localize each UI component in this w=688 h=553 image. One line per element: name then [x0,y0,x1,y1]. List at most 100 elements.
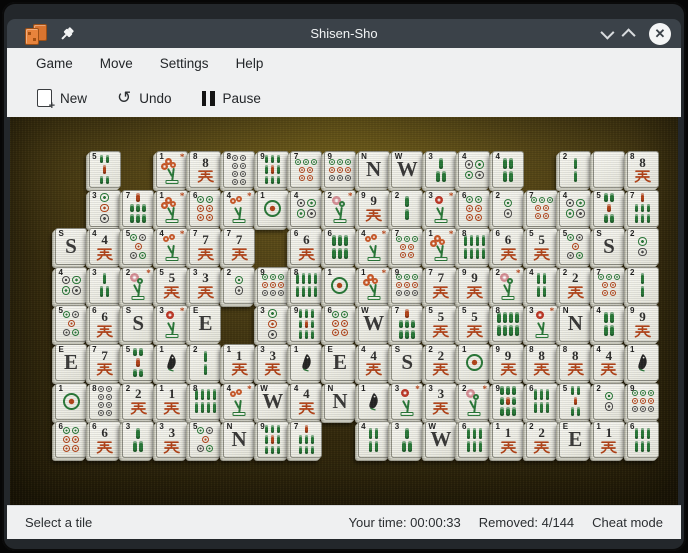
tile-man-6[interactable]: 66 [89,421,121,458]
tile-circle-7[interactable]: 7 [526,190,558,227]
tile-man-8[interactable]: 88 [526,344,558,381]
tile-circle-9[interactable]: 9 [627,383,659,420]
tile-circle-2[interactable]: 2 [627,228,659,265]
tile-man-5[interactable]: 55 [156,267,188,304]
tile-man-3[interactable]: 33 [189,267,221,304]
tile-flower-3[interactable]: 3* [526,305,558,342]
tile-bamboo-3[interactable]: 3 [89,267,121,304]
tile-flower-2[interactable]: 2* [458,383,490,420]
tile-wind-east[interactable]: EE [55,344,87,381]
minimize-button[interactable] [600,25,614,39]
tile-man-6[interactable]: 66 [89,305,121,342]
tile-man-7[interactable]: 77 [89,344,121,381]
tile-flower-3[interactable]: 3* [425,190,457,227]
tile-wind-south[interactable]: SS [55,228,87,265]
tile-wind-west[interactable]: WW [358,305,390,342]
menu-move[interactable]: Move [100,56,133,71]
tile-man-4[interactable]: 44 [290,383,322,420]
tile-man-5[interactable]: 55 [526,228,558,265]
tile-bamboo-5[interactable]: 5 [89,151,121,188]
tile-bamboo-1[interactable]: 1 [156,344,188,381]
tile-bamboo-2[interactable]: 2 [391,190,423,227]
tile-flower-4[interactable]: 4* [358,228,390,265]
tile-circle-1[interactable]: 1 [55,383,87,420]
tile-wind-north[interactable]: NN [559,305,591,342]
tile-circle-6[interactable]: 6 [458,190,490,227]
tile-bamboo-6[interactable]: 6 [627,421,659,458]
tile-man-7[interactable]: 77 [223,228,255,265]
tile-circle-2[interactable]: 2 [492,190,524,227]
tile-circle-3[interactable]: 3 [257,305,289,342]
tile-man-7[interactable]: 77 [189,228,221,265]
tile-wind-east[interactable]: EE [324,344,356,381]
tile-flower-1[interactable]: 1* [156,190,188,227]
tile-wind-north[interactable]: NN [358,151,390,188]
tile-flower-4[interactable]: 4* [223,383,255,420]
tile-man-8[interactable]: 88 [559,344,591,381]
tile-bamboo-3[interactable]: 3 [122,421,154,458]
tile-man-2[interactable]: 22 [526,421,558,458]
tile-wind-south[interactable]: SS [122,305,154,342]
tile-circle-5[interactable]: 5 [55,305,87,342]
tile-circle-8[interactable]: 8 [223,151,255,188]
tile-wind-north[interactable]: NN [324,383,356,420]
tile-wind-west[interactable]: WW [257,383,289,420]
tile-man-6[interactable]: 66 [492,228,524,265]
tile-bamboo-4[interactable]: 4 [593,305,625,342]
tile-circle-5[interactable]: 5 [122,228,154,265]
tile-flower-1[interactable]: 1* [425,228,457,265]
tile-man-2[interactable]: 22 [122,383,154,420]
tile-wind-south[interactable]: SS [391,344,423,381]
tile-wind-east[interactable]: EE [559,421,591,458]
tile-bamboo-8[interactable]: 8 [458,228,490,265]
tile-bamboo-9[interactable]: 9 [257,151,289,188]
tile-bamboo-7[interactable]: 7 [391,305,423,342]
tile-bamboo-1[interactable]: 1 [627,344,659,381]
tile-circle-2[interactable]: 2 [593,383,625,420]
tile-circle-2[interactable]: 2 [223,267,255,304]
tile-man-3[interactable]: 33 [425,383,457,420]
tile-white-dragon[interactable] [593,151,625,188]
new-button[interactable]: New [37,89,87,107]
tile-man-8[interactable]: 88 [627,151,659,188]
pause-button[interactable]: Pause [202,91,261,106]
undo-button[interactable]: ↺ Undo [117,90,172,107]
tile-circle-9[interactable]: 9 [324,151,356,188]
tile-bamboo-2[interactable]: 2 [189,344,221,381]
titlebar[interactable]: Shisen-Sho ✕ [7,19,681,48]
menu-game[interactable]: Game [36,56,73,71]
tile-flower-1[interactable]: 1* [156,151,188,188]
tile-bamboo-9[interactable]: 9 [492,383,524,420]
close-button[interactable]: ✕ [649,23,671,45]
tile-bamboo-9[interactable]: 9 [257,421,289,458]
tile-wind-west[interactable]: WW [391,151,423,188]
tile-circle-5[interactable]: 5 [559,228,591,265]
tile-bamboo-6[interactable]: 6 [458,421,490,458]
tile-bamboo-7[interactable]: 7 [627,190,659,227]
tile-circle-8[interactable]: 8 [89,383,121,420]
tile-man-6[interactable]: 66 [290,228,322,265]
tile-man-1[interactable]: 11 [593,421,625,458]
tile-circle-7[interactable]: 7 [290,151,322,188]
tile-man-9[interactable]: 99 [358,190,390,227]
tile-flower-4[interactable]: 4* [223,190,255,227]
tile-bamboo-9[interactable]: 9 [290,305,322,342]
tile-bamboo-2[interactable]: 2 [627,267,659,304]
tile-bamboo-2[interactable]: 2 [559,151,591,188]
tile-circle-5[interactable]: 5 [189,421,221,458]
tile-circle-6[interactable]: 6 [189,190,221,227]
tile-man-2[interactable]: 22 [559,267,591,304]
tile-wind-east[interactable]: EE [189,305,221,342]
menu-help[interactable]: Help [236,56,264,71]
tile-flower-1[interactable]: 1* [358,267,390,304]
tile-bamboo-4[interactable]: 4 [492,151,524,188]
tile-bamboo-8[interactable]: 8 [290,267,322,304]
tile-wind-south[interactable]: SS [593,228,625,265]
tile-circle-6[interactable]: 6 [55,421,87,458]
tile-bamboo-5[interactable]: 5 [593,190,625,227]
tile-bamboo-7[interactable]: 7 [290,421,322,458]
tile-man-9[interactable]: 99 [458,267,490,304]
tile-flower-4[interactable]: 4* [156,228,188,265]
tile-man-5[interactable]: 55 [458,305,490,342]
tile-man-3[interactable]: 33 [156,421,188,458]
